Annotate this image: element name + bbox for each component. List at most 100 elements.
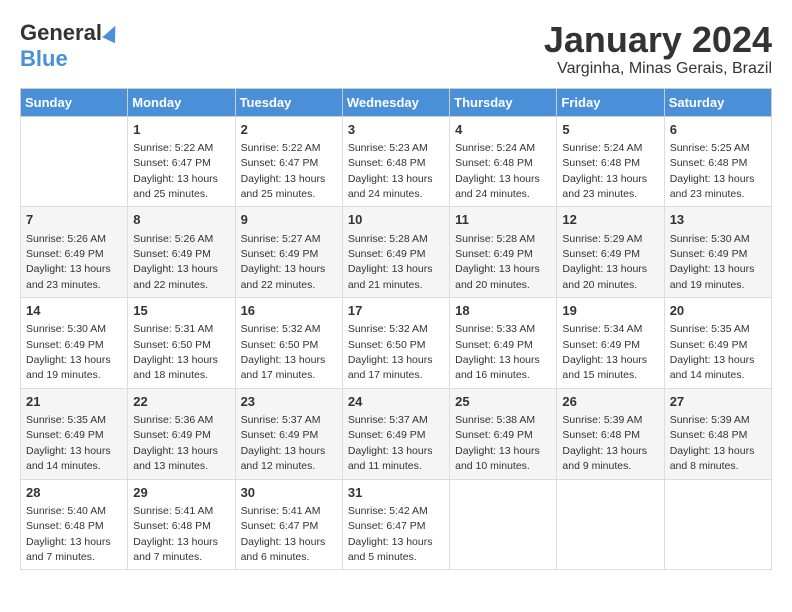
day-info: Sunrise: 5:37 AMSunset: 6:49 PMDaylight:… [241,414,326,472]
logo-blue: Blue [20,46,68,71]
day-number: 13 [670,211,766,229]
calendar-cell-w2d1: 15 Sunrise: 5:31 AMSunset: 6:50 PMDayligh… [128,298,235,389]
day-number: 6 [670,121,766,139]
calendar-cell-w3d3: 24Sunrise: 5:37 AMSunset: 6:49 PMDayligh… [342,388,449,479]
day-info: Sunrise: 5:39 AMSunset: 6:48 PMDaylight:… [670,414,755,472]
calendar-cell-w1d0: 7Sunrise: 5:26 AMSunset: 6:49 PMDaylight… [21,207,128,298]
day-info: Sunrise: 5:42 AMSunset: 6:47 PMDaylight:… [348,505,433,563]
week-row-0: 1 Sunrise: 5:22 AMSunset: 6:47 PMDaylight… [21,116,772,207]
day-number: 29 [133,484,229,502]
month-title: January 2024 [544,20,772,60]
location: Varginha, Minas Gerais, Brazil [544,60,772,78]
calendar-cell-w3d4: 25 Sunrise: 5:38 AMSunset: 6:49 PMDayligh… [450,388,557,479]
day-number: 20 [670,302,766,320]
calendar-cell-w1d3: 10 Sunrise: 5:28 AMSunset: 6:49 PMDayligh… [342,207,449,298]
day-info: Sunrise: 5:22 AMSunset: 6:47 PMDaylight:… [133,142,218,200]
calendar-cell-w2d2: 16 Sunrise: 5:32 AMSunset: 6:50 PMDayligh… [235,298,342,389]
week-row-1: 7Sunrise: 5:26 AMSunset: 6:49 PMDaylight… [21,207,772,298]
day-number: 23 [241,393,337,411]
calendar-cell-w0d3: 3Sunrise: 5:23 AMSunset: 6:48 PMDaylight… [342,116,449,207]
calendar-cell-w0d6: 6 Sunrise: 5:25 AMSunset: 6:48 PMDaylight… [664,116,771,207]
day-info: Sunrise: 5:35 AMSunset: 6:49 PMDaylight:… [26,414,111,472]
day-number: 12 [562,211,658,229]
calendar-cell-w0d5: 5 Sunrise: 5:24 AMSunset: 6:48 PMDaylight… [557,116,664,207]
calendar-cell-w2d0: 14Sunrise: 5:30 AMSunset: 6:49 PMDayligh… [21,298,128,389]
day-number: 10 [348,211,444,229]
day-number: 25 [455,393,551,411]
weekday-header-saturday: Saturday [664,88,771,116]
day-info: Sunrise: 5:32 AMSunset: 6:50 PMDaylight:… [241,323,326,381]
logo-text: General Blue [20,20,119,72]
calendar-cell-w0d0 [21,116,128,207]
calendar-body: 1 Sunrise: 5:22 AMSunset: 6:47 PMDaylight… [21,116,772,570]
day-info: Sunrise: 5:40 AMSunset: 6:48 PMDaylight:… [26,505,111,563]
logo-general: General [20,20,102,46]
calendar-cell-w4d6 [664,479,771,570]
calendar-cell-w1d2: 9 Sunrise: 5:27 AMSunset: 6:49 PMDaylight… [235,207,342,298]
weekday-header-row: SundayMondayTuesdayWednesdayThursdayFrid… [21,88,772,116]
day-number: 16 [241,302,337,320]
calendar-cell-w2d3: 17 Sunrise: 5:32 AMSunset: 6:50 PMDayligh… [342,298,449,389]
day-info: Sunrise: 5:41 AMSunset: 6:47 PMDaylight:… [241,505,326,563]
calendar-cell-w2d6: 20 Sunrise: 5:35 AMSunset: 6:49 PMDayligh… [664,298,771,389]
day-info: Sunrise: 5:29 AMSunset: 6:49 PMDaylight:… [562,233,647,291]
day-info: Sunrise: 5:39 AMSunset: 6:48 PMDaylight:… [562,414,647,472]
calendar-cell-w0d1: 1 Sunrise: 5:22 AMSunset: 6:47 PMDaylight… [128,116,235,207]
calendar-cell-w3d0: 21Sunrise: 5:35 AMSunset: 6:49 PMDayligh… [21,388,128,479]
calendar-cell-w1d4: 11Sunrise: 5:28 AMSunset: 6:49 PMDayligh… [450,207,557,298]
title-block: January 2024 Varginha, Minas Gerais, Bra… [544,20,772,78]
day-info: Sunrise: 5:30 AMSunset: 6:49 PMDaylight:… [26,323,111,381]
week-row-2: 14Sunrise: 5:30 AMSunset: 6:49 PMDayligh… [21,298,772,389]
day-number: 5 [562,121,658,139]
day-number: 30 [241,484,337,502]
calendar-cell-w4d1: 29 Sunrise: 5:41 AMSunset: 6:48 PMDayligh… [128,479,235,570]
day-number: 19 [562,302,658,320]
calendar-cell-w1d6: 13 Sunrise: 5:30 AMSunset: 6:49 PMDayligh… [664,207,771,298]
day-info: Sunrise: 5:22 AMSunset: 6:47 PMDaylight:… [241,142,326,200]
day-number: 11 [455,211,551,229]
day-number: 2 [241,121,337,139]
day-info: Sunrise: 5:30 AMSunset: 6:49 PMDaylight:… [670,233,755,291]
day-number: 27 [670,393,766,411]
day-number: 3 [348,121,444,139]
calendar-cell-w4d3: 31Sunrise: 5:42 AMSunset: 6:47 PMDayligh… [342,479,449,570]
calendar-cell-w3d2: 23 Sunrise: 5:37 AMSunset: 6:49 PMDayligh… [235,388,342,479]
week-row-3: 21Sunrise: 5:35 AMSunset: 6:49 PMDayligh… [21,388,772,479]
day-info: Sunrise: 5:24 AMSunset: 6:48 PMDaylight:… [455,142,540,200]
day-info: Sunrise: 5:31 AMSunset: 6:50 PMDaylight:… [133,323,218,381]
weekday-header-monday: Monday [128,88,235,116]
day-number: 1 [133,121,229,139]
calendar-cell-w2d4: 18Sunrise: 5:33 AMSunset: 6:49 PMDayligh… [450,298,557,389]
day-info: Sunrise: 5:28 AMSunset: 6:49 PMDaylight:… [348,233,433,291]
day-info: Sunrise: 5:25 AMSunset: 6:48 PMDaylight:… [670,142,755,200]
day-number: 18 [455,302,551,320]
day-info: Sunrise: 5:35 AMSunset: 6:49 PMDaylight:… [670,323,755,381]
logo: General Blue [20,20,119,72]
calendar-cell-w3d5: 26Sunrise: 5:39 AMSunset: 6:48 PMDayligh… [557,388,664,479]
weekday-header-thursday: Thursday [450,88,557,116]
calendar-table: SundayMondayTuesdayWednesdayThursdayFrid… [20,88,772,571]
week-row-4: 28Sunrise: 5:40 AMSunset: 6:48 PMDayligh… [21,479,772,570]
calendar-cell-w1d5: 12 Sunrise: 5:29 AMSunset: 6:49 PMDayligh… [557,207,664,298]
day-info: Sunrise: 5:38 AMSunset: 6:49 PMDaylight:… [455,414,540,472]
day-number: 17 [348,302,444,320]
page-header: General Blue January 2024 Varginha, Mina… [20,20,772,78]
day-info: Sunrise: 5:37 AMSunset: 6:49 PMDaylight:… [348,414,433,472]
day-number: 15 [133,302,229,320]
day-info: Sunrise: 5:41 AMSunset: 6:48 PMDaylight:… [133,505,218,563]
calendar-cell-w4d5 [557,479,664,570]
day-info: Sunrise: 5:27 AMSunset: 6:49 PMDaylight:… [241,233,326,291]
weekday-header-tuesday: Tuesday [235,88,342,116]
day-number: 7 [26,211,122,229]
day-number: 22 [133,393,229,411]
day-number: 4 [455,121,551,139]
day-number: 9 [241,211,337,229]
calendar-cell-w1d1: 8Sunrise: 5:26 AMSunset: 6:49 PMDaylight… [128,207,235,298]
day-info: Sunrise: 5:32 AMSunset: 6:50 PMDaylight:… [348,323,433,381]
day-info: Sunrise: 5:34 AMSunset: 6:49 PMDaylight:… [562,323,647,381]
day-info: Sunrise: 5:24 AMSunset: 6:48 PMDaylight:… [562,142,647,200]
day-number: 8 [133,211,229,229]
calendar-cell-w3d1: 22Sunrise: 5:36 AMSunset: 6:49 PMDayligh… [128,388,235,479]
calendar-cell-w2d5: 19 Sunrise: 5:34 AMSunset: 6:49 PMDayligh… [557,298,664,389]
logo-icon [102,23,121,43]
